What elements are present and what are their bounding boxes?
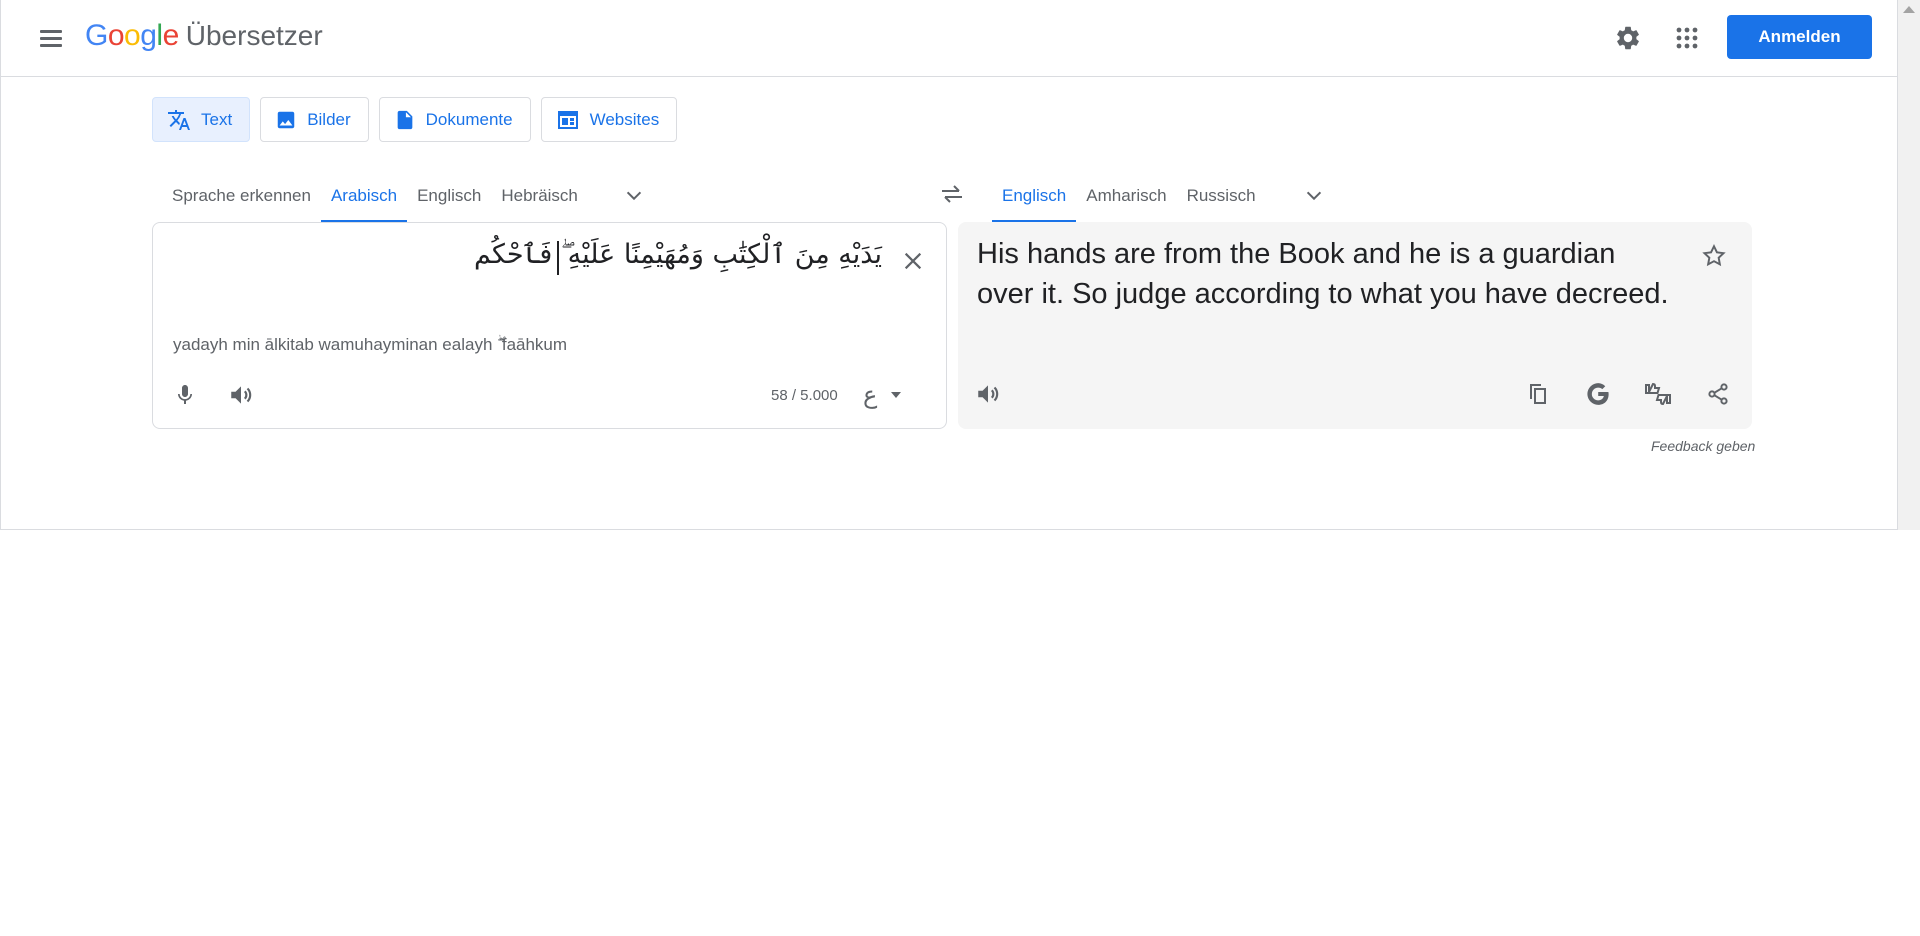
logo-letter: o xyxy=(107,19,125,52)
settings-icon xyxy=(1617,26,1639,50)
apps-icon xyxy=(1676,27,1698,49)
product-name: Übersetzer xyxy=(185,20,323,51)
mode-label: Dokumente xyxy=(425,109,513,129)
target-lang-russian[interactable]: Russisch xyxy=(1177,170,1266,222)
target-language-bar: Englisch Amharisch Russisch xyxy=(992,170,1334,222)
mode-label: Websites xyxy=(589,109,660,129)
settings-button[interactable] xyxy=(1606,16,1650,60)
mode-label: Text xyxy=(201,109,233,129)
mode-tab-documents[interactable]: Dokumente xyxy=(378,97,531,142)
clear-source-button[interactable] xyxy=(893,241,933,281)
target-lang-amharic[interactable]: Amharisch xyxy=(1076,170,1176,222)
logo-letter: g xyxy=(140,19,157,52)
document-icon xyxy=(397,110,412,129)
google-search-button[interactable] xyxy=(1576,372,1620,416)
speaker-icon xyxy=(978,385,999,403)
source-lang-arabic[interactable]: Arabisch xyxy=(320,170,408,222)
source-toolbar xyxy=(163,373,263,417)
microphone-icon xyxy=(178,385,192,404)
apps-button[interactable] xyxy=(1665,16,1709,60)
menu-icon-bar xyxy=(40,44,62,47)
mode-tabs: Text Bilder Dokumente Websites xyxy=(152,97,678,142)
vertical-scrollbar[interactable] xyxy=(1898,0,1920,530)
translation-output: His hands are from the Book and he is a … xyxy=(977,238,1669,310)
rate-translation-button[interactable] xyxy=(1636,372,1680,416)
transliteration: yadayh min ālkitab wamuhayminan ealayh ۖ… xyxy=(173,335,568,354)
source-lang-hebrew[interactable]: Hebräisch xyxy=(491,170,588,222)
save-translation-button[interactable] xyxy=(1694,236,1734,276)
logo[interactable]: Google Übersetzer xyxy=(85,19,323,59)
chevron-down-icon xyxy=(626,191,642,201)
image-icon xyxy=(277,111,295,128)
copy-translation-button[interactable] xyxy=(1516,372,1560,416)
source-lang-detect[interactable]: Sprache erkennen xyxy=(162,170,321,222)
share-icon xyxy=(1708,383,1728,405)
source-lang-more-button[interactable] xyxy=(614,176,654,216)
target-lang-english[interactable]: Englisch xyxy=(992,170,1077,222)
app-frame: Google Übersetzer Anmelden Text Bilder D… xyxy=(0,0,1899,530)
speaker-icon xyxy=(231,386,252,404)
copy-icon xyxy=(1530,384,1546,404)
target-panel: His hands are from the Book and he is a … xyxy=(958,222,1752,429)
scroll-up-arrow-icon[interactable] xyxy=(1903,6,1915,13)
logo-letter: G xyxy=(85,19,108,52)
thumbs-up-down-icon xyxy=(1645,382,1671,406)
target-listen-button[interactable] xyxy=(966,372,1010,416)
menu-icon-bar xyxy=(40,37,62,40)
target-lang-more-button[interactable] xyxy=(1294,176,1334,216)
menu-icon-bar xyxy=(40,30,62,33)
target-toolbar xyxy=(1516,372,1740,416)
ime-glyph: ع xyxy=(863,381,878,409)
share-translation-button[interactable] xyxy=(1696,372,1740,416)
swap-languages-button[interactable] xyxy=(930,172,974,216)
chevron-down-icon xyxy=(1306,191,1321,201)
feedback-link[interactable]: Feedback geben xyxy=(1651,438,1755,454)
top-bar: Google Übersetzer Anmelden xyxy=(1,0,1899,77)
swap-icon xyxy=(942,185,962,203)
character-count: 58 / 5.000 xyxy=(771,387,838,404)
logo-letter: o xyxy=(124,19,141,52)
google-g-icon xyxy=(1587,383,1609,405)
close-icon xyxy=(904,252,922,270)
caret-down-icon xyxy=(891,392,902,398)
text-caret xyxy=(557,241,559,275)
signin-button[interactable]: Anmelden xyxy=(1727,15,1872,59)
source-text-input[interactable]: يَدَيْهِ مِنَ ٱلْكِتَٰبِ وَمُهَيْمِنًا ع… xyxy=(474,239,882,271)
source-lang-english[interactable]: Englisch xyxy=(407,170,491,222)
logo-letter: e xyxy=(162,19,180,52)
star-icon xyxy=(1702,244,1726,267)
menu-button[interactable] xyxy=(31,20,71,56)
input-tools-button[interactable]: ع xyxy=(863,381,902,409)
viewport: Google Übersetzer Anmelden Text Bilder D… xyxy=(0,0,1920,936)
source-listen-button[interactable] xyxy=(219,373,263,417)
mode-tab-websites[interactable]: Websites xyxy=(540,97,678,142)
mode-tab-images[interactable]: Bilder xyxy=(260,97,369,142)
voice-input-button[interactable] xyxy=(163,373,207,417)
translate-icon xyxy=(168,109,190,130)
mode-tab-text[interactable]: Text xyxy=(152,97,251,142)
mode-label: Bilder xyxy=(307,109,351,129)
source-panel: يَدَيْهِ مِنَ ٱلْكِتَٰبِ وَمُهَيْمِنًا ع… xyxy=(152,222,947,429)
source-language-bar: Sprache erkennen Arabisch Englisch Hebrä… xyxy=(162,170,654,222)
website-icon xyxy=(557,110,578,129)
